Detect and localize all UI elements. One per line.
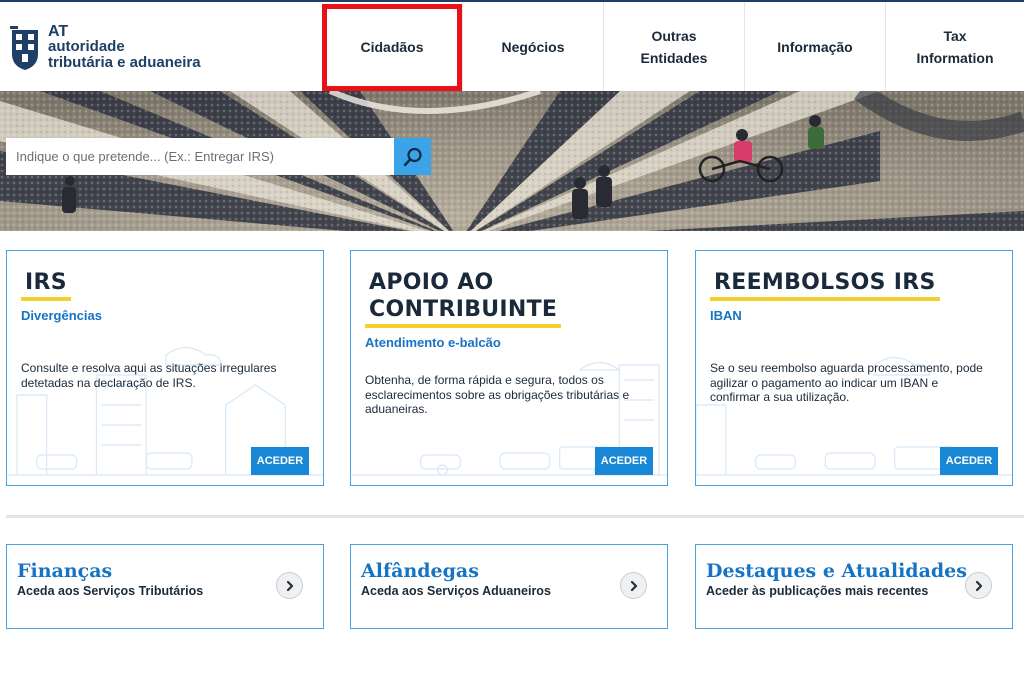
- card-title-line1: APOIO AO: [369, 270, 494, 295]
- card-description: Obtenha, de forma rápida e segura, todos…: [365, 373, 630, 416]
- site-header: AT autoridade tributária e aduaneira Cid…: [0, 0, 1024, 91]
- link-box-subtitle: Aceda aos Serviços Aduaneiros: [361, 584, 551, 598]
- link-box-alfandegas[interactable]: Alfândegas Aceda aos Serviços Aduaneiros: [350, 544, 668, 629]
- link-box-subtitle: Aceda aos Serviços Tributários: [17, 584, 204, 598]
- nav-item-tax-information[interactable]: Tax Information: [885, 2, 1024, 91]
- card-subtitle[interactable]: IBAN: [710, 308, 742, 323]
- link-box-subtitle: Aceder às publicações mais recentes: [706, 584, 929, 598]
- nav-item-label: Tax Information: [916, 27, 994, 66]
- logo-line-tributaria: tributária e aduaneira: [48, 54, 201, 71]
- link-box-destaques[interactable]: Destaques e Atualidades Aceder às public…: [695, 544, 1013, 629]
- aceder-button[interactable]: ACEDER: [251, 447, 309, 475]
- card-title-line2: CONTRIBUINTE: [365, 296, 562, 328]
- nav-item-cidadaos[interactable]: Cidadãos: [322, 2, 462, 91]
- card-description: Consulte e resolva aqui as situações irr…: [21, 361, 277, 390]
- at-logo[interactable]: AT autoridade tributária e aduaneira: [8, 20, 208, 76]
- card-title: APOIO AO CONTRIBUINTE: [365, 269, 562, 328]
- logo-emblem-icon: [10, 26, 38, 70]
- main-nav: Cidadãos Negócios Outras Entidades Infor…: [322, 2, 1024, 91]
- nav-item-negocios[interactable]: Negócios: [462, 2, 603, 91]
- logo-at: AT: [48, 23, 69, 40]
- link-box-title: Finanças: [17, 560, 113, 582]
- chevron-right-icon[interactable]: [620, 572, 647, 599]
- link-box-financas[interactable]: Finanças Aceda aos Serviços Tributários: [6, 544, 324, 629]
- search-bar: [6, 138, 431, 175]
- aceder-button[interactable]: ACEDER: [940, 447, 998, 475]
- search-icon: [403, 147, 422, 166]
- card-title-text: IRS: [21, 269, 71, 301]
- aceder-button[interactable]: ACEDER: [595, 447, 653, 475]
- link-box-title: Destaques e Atualidades: [706, 560, 967, 582]
- search-input[interactable]: [6, 138, 394, 175]
- card-title-text: REEMBOLSOS IRS: [710, 269, 940, 301]
- search-button[interactable]: [394, 138, 431, 175]
- card-title: IRS: [21, 269, 71, 301]
- card-subtitle[interactable]: Atendimento e-balcão: [365, 335, 501, 350]
- card-title: REEMBOLSOS IRS: [710, 269, 940, 301]
- chevron-right-icon[interactable]: [276, 572, 303, 599]
- logo-wordmark: AT autoridade tributária e aduaneira: [48, 24, 201, 71]
- card-subtitle[interactable]: Divergências: [21, 308, 102, 323]
- nav-item-label: Outras Entidades: [640, 27, 708, 66]
- nav-item-informacao[interactable]: Informação: [744, 2, 885, 91]
- logo-line-autoridade: autoridade: [48, 38, 125, 55]
- link-box-title: Alfândegas: [361, 560, 479, 582]
- chevron-right-icon[interactable]: [965, 572, 992, 599]
- card-irs: IRS Divergências Consulte e resolva aqui…: [6, 250, 324, 486]
- card-reembolsos-irs: REEMBOLSOS IRS IBAN Se o seu reembolso a…: [695, 250, 1013, 486]
- card-description: Se o seu reembolso aguarda processamento…: [710, 361, 983, 404]
- card-apoio-contribuinte: APOIO AO CONTRIBUINTE Atendimento e-balc…: [350, 250, 668, 486]
- section-divider: [6, 515, 1024, 518]
- nav-item-outras-entidades[interactable]: Outras Entidades: [603, 2, 744, 91]
